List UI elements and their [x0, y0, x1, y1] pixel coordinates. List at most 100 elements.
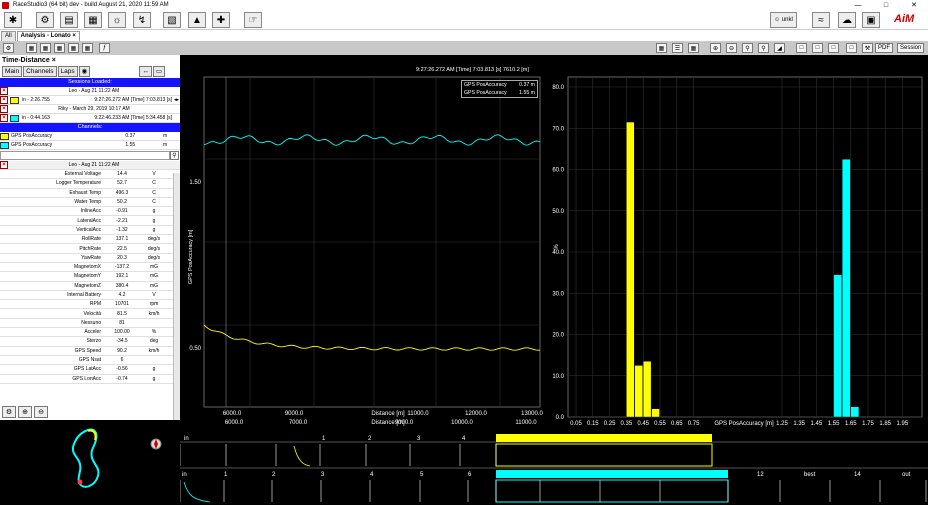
config-gear-icon[interactable]: ⚙ — [3, 43, 14, 53]
zoom-reset-icon[interactable]: ⚲ — [758, 43, 769, 53]
channel-value: 0.37 — [125, 133, 136, 139]
value-row[interactable]: RollRate 137.1 deg/s — [0, 235, 180, 245]
add-channel-icon[interactable]: ✚ — [212, 12, 230, 28]
table-view-icon[interactable]: ▦ — [688, 43, 699, 53]
session-lap-row[interactable]: × in - 0:44.163 9:22:46.233 AM [Time] 5:… — [0, 114, 180, 123]
value-row[interactable]: Exhaust Temp 496.3 C — [0, 189, 180, 198]
subtab-laps[interactable]: Laps — [57, 66, 78, 77]
remove-lap-icon[interactable]: × — [0, 96, 8, 104]
close-button[interactable]: ✕ — [900, 0, 928, 10]
value-unit: mG — [149, 282, 159, 289]
value-row[interactable]: External Voltage 14.4 V — [0, 170, 180, 180]
value-row[interactable]: GPS LonAcc -0.74 g — [0, 375, 180, 384]
layout-4-icon[interactable]: ▦ — [68, 43, 79, 53]
lap-label: in - 0:44.163 — [22, 115, 50, 121]
track-map[interactable] — [0, 420, 180, 503]
value-row[interactable]: InlineAcc -0.91 g — [0, 207, 180, 217]
remove-session-icon[interactable]: × — [0, 87, 8, 95]
wrench-icon[interactable]: ⚒ — [862, 43, 873, 53]
session-color-swatch[interactable] — [10, 96, 19, 104]
value-row[interactable]: MagnetomZ 380.4 mG — [0, 282, 180, 291]
map-zoom-in-icon[interactable]: ⊕ — [18, 406, 32, 418]
value-row[interactable]: PitchRate 22.5 deg/s — [0, 244, 180, 254]
track-icon[interactable]: ☼ — [108, 12, 126, 28]
channel-search-input[interactable]: ⚲ — [0, 151, 179, 160]
tools-icon[interactable]: ✱ — [4, 12, 22, 28]
value-row[interactable]: GPS Nsat 6 — [0, 356, 180, 366]
value-row[interactable]: Internal Battery 4.2 V — [0, 291, 180, 301]
lap-timeline[interactable]: in 1 2 3 4 in 1 2 3 4 5 6 12 best 14 out — [179, 432, 928, 503]
window-4-icon[interactable]: □ — [846, 43, 857, 53]
layout-3-icon[interactable]: ▦ — [54, 43, 65, 53]
zoom-fit-icon[interactable]: ⚲ — [742, 43, 753, 53]
subtab-main[interactable]: Main — [2, 66, 23, 77]
lap-nav-icon[interactable]: ◂▸ — [174, 97, 179, 103]
value-row[interactable]: Velocità 81.5 km/h — [0, 309, 180, 319]
value-row[interactable]: GPS LatAcc -0.56 g — [0, 365, 180, 375]
user-button[interactable]: ☺ unkl — [770, 12, 797, 28]
wifi-icon[interactable]: ≈ — [812, 12, 830, 28]
value-row[interactable]: Water Temp 50.2 C — [0, 198, 180, 208]
analysis-icon[interactable]: ▦ — [84, 12, 102, 28]
value-row[interactable]: YawRate 20.3 deg/s — [0, 254, 180, 263]
collapse-icon[interactable]: ▭ — [152, 66, 165, 77]
help-icon[interactable]: ☞ — [244, 12, 262, 28]
window-3-icon[interactable]: □ — [828, 43, 839, 53]
value-row[interactable]: MagnetomX -137.2 mG — [0, 263, 180, 273]
remove-session-icon[interactable]: × — [0, 105, 8, 113]
math-icon[interactable]: ƒ — [99, 43, 110, 53]
value-row[interactable]: Acceler 100.00% — [0, 328, 180, 338]
ecu-icon[interactable]: ▣ — [862, 12, 880, 28]
zoom-out-icon[interactable]: ⊖ — [726, 43, 737, 53]
layout-1-icon[interactable]: ▦ — [26, 43, 37, 53]
layout-2-icon[interactable]: ▦ — [40, 43, 51, 53]
zoom-in-icon[interactable]: ⊕ — [710, 43, 721, 53]
pdf-button[interactable]: PDF — [875, 43, 893, 53]
time-chart-legend: GPS PosAccuracy 0.37 m GPS PosAccuracy 1.5… — [461, 80, 538, 98]
marker-icon[interactable]: ◢ — [774, 43, 785, 53]
devices-icon[interactable]: ▤ — [60, 12, 78, 28]
channel-row[interactable]: GPS PosAccuracy 1.55 m — [0, 141, 180, 150]
session-lap-row[interactable]: × in - 2:26.755 9:27:26.272 AM [Time] 7:… — [0, 96, 180, 105]
minimize-button[interactable]: — — [844, 0, 872, 10]
tab-all[interactable]: All — [1, 31, 16, 41]
window-2-icon[interactable]: □ — [812, 43, 823, 53]
value-row[interactable]: RPM 10701 rpm — [0, 300, 180, 310]
value-row[interactable]: MagnetomY 192.1 mG — [0, 272, 180, 282]
dashboard-icon[interactable]: ▧ — [163, 12, 181, 28]
charts-svg[interactable]: 1.50 0.50 GPS PosAccuracy [m] 6000.0 9000.0 1… — [180, 55, 928, 435]
value-row[interactable]: LateralAcc -2.21 g — [0, 216, 180, 226]
settings-gear-icon[interactable]: ⚙ — [36, 12, 54, 28]
values-header: × Leo - Aug 21 11:22 AM — [0, 161, 180, 170]
layout-5-icon[interactable]: ▦ — [82, 43, 93, 53]
window-1-icon[interactable]: □ — [796, 43, 807, 53]
cloud-icon[interactable]: ☁ — [838, 12, 856, 28]
remove-values-icon[interactable]: × — [0, 161, 8, 169]
value-value: 380.4 — [115, 282, 129, 289]
equalizer-icon[interactable]: ▲ — [188, 12, 206, 28]
search-icon[interactable]: ⚲ — [170, 151, 179, 160]
subtab-channels[interactable]: Channels — [23, 66, 57, 77]
channel-row[interactable]: GPS PosAccuracy 0.37 m — [0, 132, 180, 141]
grid-view-icon[interactable]: ▦ — [656, 43, 667, 53]
tab-close-icon[interactable]: × — [72, 33, 76, 39]
value-row[interactable]: Logger Temperature 52.7 C — [0, 179, 180, 189]
tab-analysis-lonato[interactable]: Analysis - Lonato × — [16, 31, 80, 41]
cyan-trace — [203, 134, 541, 146]
map-zoom-out-icon[interactable]: ⊖ — [34, 406, 48, 418]
maximize-button[interactable]: □ — [872, 0, 900, 10]
download-icon[interactable]: ↯ — [133, 12, 151, 28]
record-icon[interactable]: ◉ — [78, 66, 91, 77]
map-settings-icon[interactable]: ⚙ — [2, 406, 16, 418]
expand-icon[interactable]: ↔ — [139, 66, 152, 77]
list-view-icon[interactable]: ☰ — [672, 43, 683, 53]
value-row[interactable]: Nessuno 81 — [0, 319, 180, 329]
value-row[interactable]: VerticalAcc -1.32 g — [0, 226, 180, 236]
value-row[interactable]: Sterzo -34.5 deg — [0, 337, 180, 347]
session-button[interactable]: Session — [897, 43, 925, 53]
session-color-swatch[interactable] — [10, 114, 19, 122]
value-row[interactable]: GPS Speed 90.2 km/h — [0, 347, 180, 356]
panel-close-icon[interactable]: × — [52, 57, 56, 64]
remove-lap-icon[interactable]: × — [0, 114, 8, 122]
value-unit: g — [152, 226, 156, 233]
